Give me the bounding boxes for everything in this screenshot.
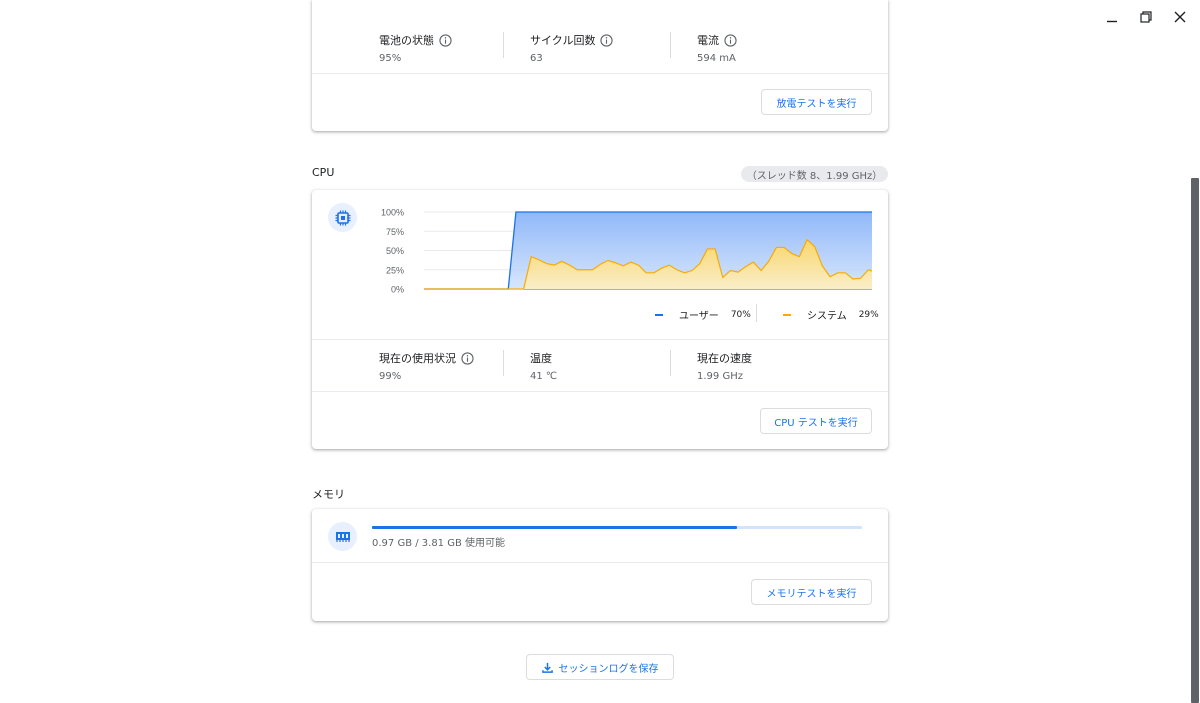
- stat-value: 99%: [379, 371, 402, 382]
- current-speed-stat: 現在の速度 1.99 GHz: [697, 350, 752, 382]
- y-tick-label: 100%: [381, 208, 404, 218]
- stat-value: 95%: [379, 53, 402, 64]
- stat-value: 41 ℃: [530, 371, 558, 382]
- save-session-log-button[interactable]: セッションログを保存: [526, 654, 674, 680]
- stat-label: 電流: [697, 34, 719, 47]
- stat-value: 1.99 GHz: [697, 371, 743, 382]
- minimize-button[interactable]: [1098, 6, 1126, 28]
- cpu-icon-circle: [328, 203, 357, 232]
- download-icon: [541, 662, 553, 673]
- run-cpu-test-button[interactable]: CPU テストを実行: [760, 408, 872, 434]
- divider: [312, 73, 888, 74]
- y-tick-label: 50%: [386, 246, 404, 256]
- run-memory-test-button[interactable]: メモリテストを実行: [751, 579, 872, 605]
- close-icon: [1174, 11, 1186, 23]
- current-stat: 電流 594 mA: [697, 32, 737, 64]
- stat-label: サイクル回数: [530, 34, 596, 47]
- stat-value: 63: [530, 53, 543, 64]
- divider: [312, 562, 888, 563]
- window-controls: [1098, 6, 1194, 28]
- restore-icon: [1140, 11, 1152, 23]
- cpu-card: 100% 75% 50% 25% 0% ユーザー 70% システム 29% 現在の使用状…: [312, 190, 888, 449]
- memory-section-title: メモリ: [312, 488, 345, 501]
- restore-button[interactable]: [1132, 6, 1160, 28]
- cpu-thread-chip: （スレッド数 8、1.99 GHz）: [741, 166, 888, 182]
- system-legend-swatch: [783, 313, 791, 316]
- minimize-icon: [1107, 20, 1117, 23]
- divider: [503, 350, 504, 376]
- memory-icon: [335, 531, 350, 542]
- legend-value: 29%: [858, 309, 879, 320]
- stat-label: 電池の状態: [379, 34, 434, 47]
- battery-stats: 電池の状態 95% サイクル回数 63 電流 594 mA: [312, 32, 888, 82]
- memory-card: 0.97 GB / 3.81 GB 使用可能 メモリテストを実行: [312, 509, 888, 621]
- run-discharge-test-button[interactable]: 放電テストを実行: [761, 89, 872, 115]
- divider: [312, 339, 888, 340]
- divider: [670, 32, 671, 58]
- legend-label: ユーザー: [679, 311, 719, 322]
- stat-label: 現在の使用状況: [379, 352, 456, 365]
- cpu-usage-chart: 100% 75% 50% 25% 0%: [381, 208, 872, 295]
- cycle-count-stat: サイクル回数 63: [530, 32, 614, 64]
- stat-label: 温度: [530, 352, 552, 365]
- battery-card: 電池の状態 95% サイクル回数 63 電流 594 mA 放電テストを実行: [312, 0, 888, 131]
- y-tick-label: 0%: [391, 285, 404, 295]
- divider: [503, 32, 504, 58]
- legend-value: 70%: [730, 309, 751, 320]
- user-legend-swatch: [655, 313, 663, 316]
- info-icon[interactable]: [439, 33, 452, 47]
- cpu-section-title: CPU: [312, 166, 335, 179]
- chart-legend-system: システム 29%: [783, 307, 879, 322]
- scrollbar[interactable]: [1190, 0, 1200, 703]
- legend-label: システム: [807, 311, 847, 322]
- y-tick-label: 25%: [386, 265, 404, 275]
- cpu-icon: [335, 210, 350, 225]
- divider: [312, 391, 888, 392]
- legend-divider: [756, 304, 757, 322]
- divider: [670, 350, 671, 376]
- current-usage-stat: 現在の使用状況 99%: [379, 350, 474, 382]
- memory-usage-bar: [372, 526, 862, 529]
- chart-legend-user: ユーザー 70%: [655, 307, 751, 322]
- stat-value: 594 mA: [697, 53, 736, 64]
- temperature-stat: 温度 41 ℃: [530, 350, 557, 382]
- cpu-stats: 現在の使用状況 99% 温度 41 ℃ 現在の速度 1.99 GHz: [312, 350, 888, 400]
- stat-label: 現在の速度: [697, 352, 752, 365]
- scrollbar-thumb[interactable]: [1191, 178, 1199, 703]
- info-icon[interactable]: [461, 351, 474, 365]
- info-icon[interactable]: [724, 33, 737, 47]
- memory-usage-fill: [372, 526, 738, 529]
- memory-usage-text: 0.97 GB / 3.81 GB 使用可能: [372, 538, 506, 549]
- info-icon[interactable]: [600, 33, 614, 47]
- save-session-log-label: セッションログを保存: [558, 663, 659, 675]
- battery-health-stat: 電池の状態 95%: [379, 32, 452, 64]
- y-tick-label: 75%: [386, 227, 404, 237]
- memory-icon-circle: [328, 522, 357, 551]
